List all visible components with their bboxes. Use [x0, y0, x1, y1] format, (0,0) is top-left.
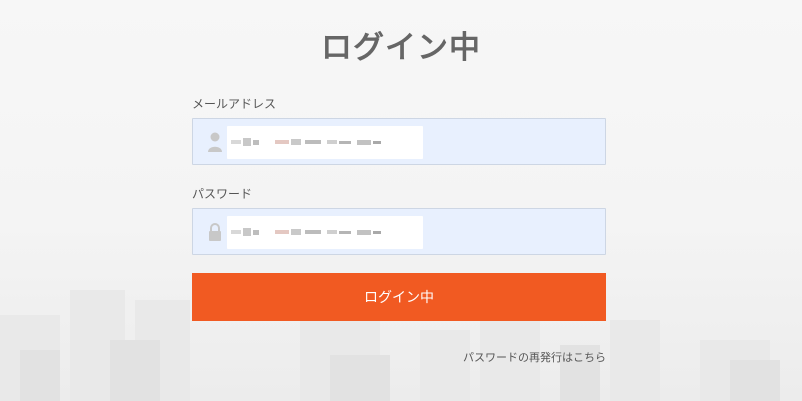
password-reset-link[interactable]: パスワードの再発行はこちら	[404, 349, 606, 365]
password-label: パスワード	[192, 187, 253, 201]
user-icon	[207, 131, 223, 153]
password-input[interactable]	[227, 216, 615, 249]
lock-icon	[207, 221, 223, 243]
email-label: メールアドレス	[192, 97, 277, 111]
login-button[interactable]: ログイン中	[192, 273, 606, 321]
page-title: ログイン中	[321, 30, 481, 66]
email-input[interactable]	[227, 126, 615, 159]
password-field-container[interactable]	[192, 208, 615, 255]
email-field-container[interactable]	[192, 118, 615, 165]
